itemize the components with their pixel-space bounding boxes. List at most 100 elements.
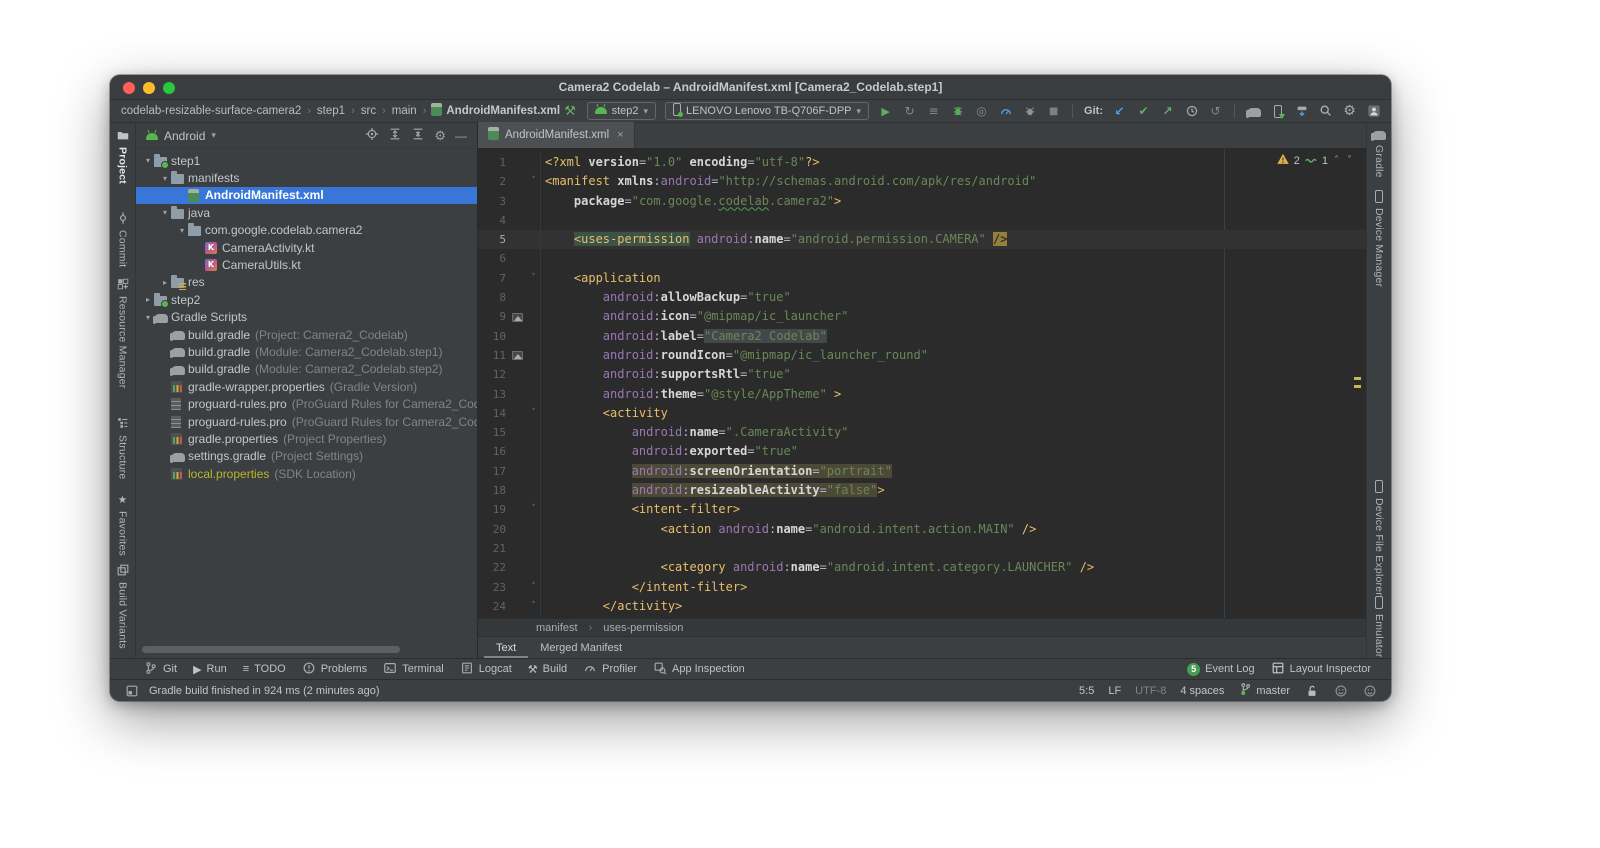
chevron-down-icon[interactable]: ▾ — [159, 208, 171, 217]
code-line[interactable]: 10 android:label="Camera2 Codelab" — [478, 326, 1366, 346]
code-text[interactable]: android:name=".CameraActivity" — [540, 423, 1366, 443]
code-text[interactable]: android:theme="@style/AppTheme" > — [540, 384, 1366, 404]
toolwindow-button-git[interactable]: Git — [136, 659, 185, 679]
avatar[interactable] — [1366, 103, 1381, 119]
breadcrumb-item[interactable]: step1 — [316, 105, 346, 117]
tree-row[interactable]: proguard-rules.pro (ProGuard Rules for Ca… — [136, 395, 477, 412]
device-dropdown[interactable]: LENOVO Lenovo TB-Q706F-DPP ▾ — [665, 102, 870, 120]
tree-row[interactable]: build.gradle (Module: Camera2_Codelab.ste… — [136, 361, 477, 378]
lock-open-icon[interactable] — [1304, 683, 1319, 699]
run-button[interactable]: ▶ — [878, 103, 893, 119]
toolwindow-button-run[interactable]: ▶ Run — [185, 659, 235, 679]
code-text[interactable]: android:label="Camera2 Codelab" — [540, 326, 1366, 346]
code-line[interactable]: 13 android:theme="@style/AppTheme" > — [478, 384, 1366, 404]
build-hammer-icon[interactable]: ⚒ — [563, 103, 578, 119]
code-text[interactable]: android:allowBackup="true" — [540, 288, 1366, 308]
chevron-down-icon[interactable]: ▾ — [142, 156, 154, 165]
fold-marker[interactable]: ˅ — [527, 500, 540, 519]
code-line[interactable]: 20 <action android:name="android.intent.… — [478, 519, 1366, 539]
editor-breadcrumb-item[interactable]: uses-permission — [603, 622, 683, 634]
code-text[interactable]: </activity> — [540, 596, 1366, 617]
code-text[interactable]: </intent-filter> — [540, 577, 1366, 597]
chevron-down-icon[interactable]: ▾ — [159, 174, 171, 183]
sidebar-item-resource-manager[interactable]: Resource Manager — [116, 277, 130, 389]
device-manager-button[interactable] — [1270, 103, 1285, 119]
code-line[interactable]: 14 ˅ <activity — [478, 403, 1366, 424]
fold-marker[interactable]: ˄ — [527, 597, 540, 616]
smiley-icon[interactable] — [1333, 683, 1348, 699]
sdk-manager-button[interactable] — [1294, 103, 1309, 119]
hide-panel-button[interactable]: — — [455, 129, 467, 143]
gear-icon[interactable]: ⚙ — [434, 128, 446, 144]
inspections-widget[interactable]: 2 1 ˄ ˅ — [1276, 152, 1354, 169]
git-branch-widget[interactable]: master — [1238, 682, 1290, 699]
sidebar-item-gradle[interactable]: Gradle — [1371, 129, 1386, 178]
search-icon[interactable] — [1318, 103, 1333, 119]
code-text[interactable]: <application — [540, 268, 1366, 289]
horizontal-scrollbar[interactable] — [142, 646, 400, 653]
breadcrumb-item[interactable]: src — [360, 105, 377, 117]
code-text[interactable]: android:roundIcon="@mipmap/ic_launcher_r… — [540, 345, 1366, 366]
code-text[interactable]: <manifest xmlns:android="http://schemas.… — [540, 172, 1366, 192]
toolwindow-button-build[interactable]: ⚒ Build — [520, 659, 575, 679]
code-text[interactable]: android:supportsRtl="true" — [540, 365, 1366, 385]
code-text[interactable]: package="com.google.codelab.camera2"> — [540, 191, 1366, 211]
code-line[interactable]: 24 ˄ </activity> — [478, 596, 1366, 617]
fold-marker[interactable]: ˅ — [527, 172, 540, 191]
toolwindow-button-layout-inspector[interactable]: Layout Inspector — [1263, 661, 1379, 678]
vcs-push-button[interactable]: ↗ — [1160, 103, 1175, 119]
tree-row[interactable]: gradle.properties (Project Properties) — [136, 430, 477, 447]
tree-row[interactable]: proguard-rules.pro (ProGuard Rules for Ca… — [136, 413, 477, 430]
prev-issue-button[interactable]: ˄ — [1332, 155, 1341, 166]
apply-changes-button[interactable]: ≡ — [926, 103, 941, 119]
toolwindow-toggle-icon[interactable] — [124, 683, 139, 699]
code-text[interactable]: android:icon="@mipmap/ic_launcher" — [540, 307, 1366, 327]
sidebar-item-emulator[interactable]: Emulator — [1373, 596, 1385, 658]
gradle-sync-button[interactable] — [1245, 103, 1261, 119]
code-text[interactable]: android:resizeableActivity="false"> — [540, 481, 1366, 501]
code-text[interactable]: <activity — [540, 403, 1366, 424]
zoom-window-button[interactable] — [163, 81, 175, 94]
code-line[interactable]: 12 android:supportsRtl="true" — [478, 365, 1366, 385]
apply-code-changes-button[interactable] — [1022, 103, 1037, 119]
breadcrumb-item[interactable]: main — [391, 105, 418, 117]
fold-marker[interactable]: ˅ — [527, 404, 540, 423]
code-line[interactable]: 2 ˅ <manifest xmlns:android="http://schema… — [478, 172, 1366, 192]
code-text[interactable] — [540, 249, 1366, 269]
indent-setting[interactable]: 4 spaces — [1180, 685, 1224, 697]
fold-marker[interactable]: ˅ — [527, 269, 540, 288]
code-line[interactable]: 8 android:allowBackup="true" — [478, 288, 1366, 308]
sidebar-item-favorites[interactable]: ★ Favorites — [117, 494, 129, 556]
breadcrumb-item[interactable]: codelab-resizable-surface-camera2 — [120, 105, 302, 117]
tree-row[interactable]: AndroidManifest.xml — [136, 186, 477, 205]
chevron-right-icon[interactable]: ▸ — [159, 278, 171, 287]
code-line[interactable]: 5 <uses-permission android:name="android… — [478, 230, 1366, 250]
code-editor[interactable]: 1 <?xml version="1.0" encoding="utf-8"?> 2… — [478, 149, 1366, 618]
tree-row[interactable]: settings.gradle (Project Settings) — [136, 448, 477, 465]
line-separator[interactable]: LF — [1108, 685, 1121, 697]
code-text[interactable]: android:exported="true" — [540, 442, 1366, 462]
sidebar-item-structure[interactable]: Structure — [116, 416, 130, 479]
tree-row[interactable]: ▸ res — [136, 274, 477, 291]
code-line[interactable]: 18 android:resizeableActivity="false"> — [478, 481, 1366, 501]
code-line[interactable]: 1 <?xml version="1.0" encoding="utf-8"?> — [478, 153, 1366, 173]
tab-text[interactable]: Text — [484, 637, 528, 658]
sidebar-item-build-variants[interactable]: Build Variants — [116, 563, 130, 649]
sidebar-item-commit[interactable]: Commit — [116, 211, 130, 267]
tree-row[interactable]: K CameraActivity.kt — [136, 239, 477, 256]
select-opened-file-button[interactable] — [365, 127, 379, 144]
caret-position[interactable]: 5:5 — [1079, 685, 1094, 697]
toolwindow-button-logcat[interactable]: Logcat — [452, 659, 520, 679]
smiley-icon[interactable] — [1362, 683, 1377, 699]
toolwindow-button-todo[interactable]: ≡ TODO — [235, 659, 294, 679]
chevron-right-icon[interactable]: ▸ — [142, 295, 154, 304]
tree-row[interactable]: ▾ com.google.codelab.camera2 — [136, 222, 477, 239]
code-text[interactable]: android:screenOrientation="portrait" — [540, 461, 1366, 482]
tab-merged-manifest[interactable]: Merged Manifest — [528, 637, 634, 658]
code-line[interactable]: 21 — [478, 538, 1366, 559]
debug-button[interactable] — [950, 103, 965, 119]
tree-row[interactable]: ▾ manifests — [136, 169, 477, 186]
code-line[interactable]: 7 ˅ <application — [478, 268, 1366, 289]
code-text[interactable]: <uses-permission android:name="android.p… — [540, 230, 1366, 250]
fold-marker[interactable]: ˄ — [527, 578, 540, 597]
